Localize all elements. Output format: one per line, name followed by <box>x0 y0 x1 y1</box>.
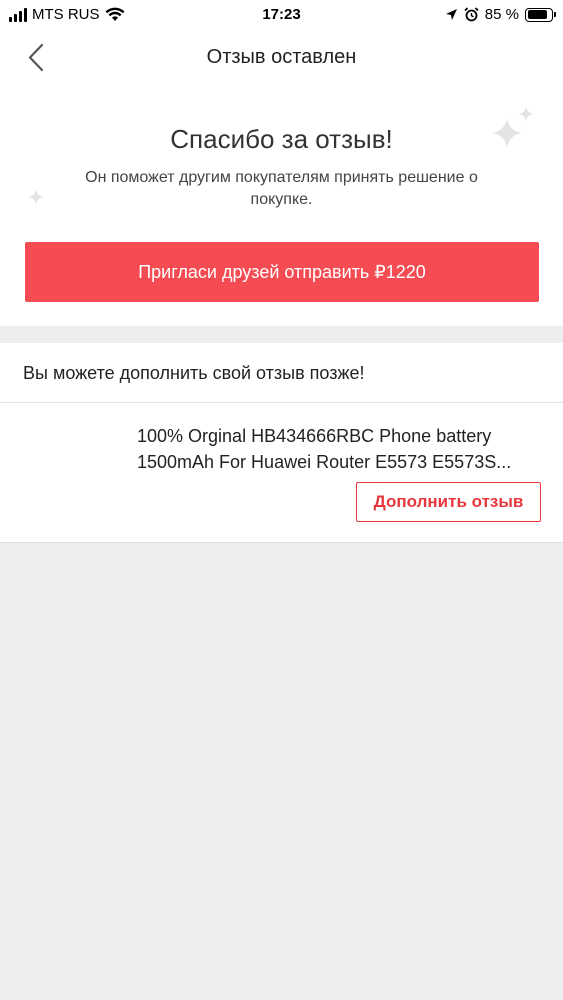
thank-you-subtitle: Он поможет другим покупателям принять ре… <box>85 169 478 208</box>
add-review-button[interactable]: Дополнить отзыв <box>356 482 541 522</box>
status-right: 85 % <box>445 6 556 23</box>
product-name-line-2: 1500mAh For Huawei Router E5573 E5573S..… <box>137 452 512 472</box>
thank-you-section: Спасибо за отзыв! Он поможет другим поку… <box>0 84 563 326</box>
divider <box>0 542 563 543</box>
page-title: Отзыв оставлен <box>206 46 357 68</box>
product-image[interactable] <box>22 421 120 519</box>
battery-percent: 85 % <box>484 6 519 23</box>
location-arrow-icon <box>445 9 457 20</box>
thank-you-title: Спасибо за отзыв! <box>170 124 393 154</box>
battery-icon <box>525 7 556 22</box>
add-review-later-heading: Вы можете дополнить свой отзыв позже! <box>23 363 365 383</box>
product-name[interactable]: 100% Orginal HB434666RBC Phone battery 1… <box>137 423 547 475</box>
invite-friends-button[interactable]: Пригласи друзей отправить ₽1220 <box>25 242 539 302</box>
status-bar: MTS RUS 17:23 85 % <box>0 0 563 32</box>
divider <box>0 402 563 403</box>
add-review-later-section: Вы можете дополнить свой отзыв позже! 10… <box>0 343 563 543</box>
nav-bar: Отзыв оставлен <box>0 32 563 84</box>
sparkle-icon <box>28 189 44 205</box>
sparkle-icon <box>519 107 533 121</box>
product-name-line-1: 100% Orginal HB434666RBC Phone battery <box>137 426 492 446</box>
alarm-icon <box>464 7 479 22</box>
